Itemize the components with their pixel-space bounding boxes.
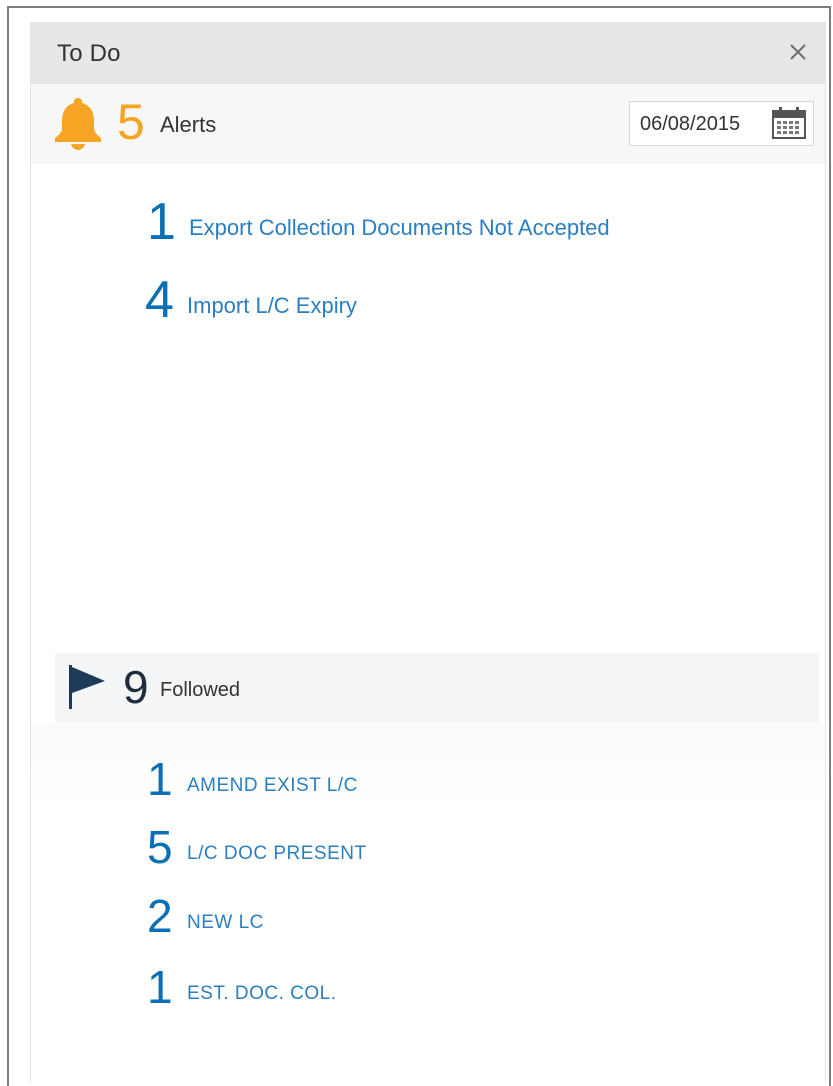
flag-icon xyxy=(69,665,105,709)
alerts-label: Alerts xyxy=(160,112,217,137)
followed-item-count: 2 xyxy=(147,890,173,942)
alert-item-count: 4 xyxy=(145,271,174,329)
followed-total-count: 9 xyxy=(123,661,149,713)
followed-label: Followed xyxy=(160,679,241,701)
panel-title: To Do xyxy=(57,40,121,67)
followed-item-label: L/C DOC PRESENT xyxy=(187,843,367,864)
followed-item-count: 5 xyxy=(147,821,173,873)
followed-item-label: NEW LC xyxy=(187,912,264,933)
panel-header: To Do xyxy=(31,23,825,84)
alert-item-label: Export Collection Documents Not Accepted xyxy=(189,215,610,240)
alert-item-count: 1 xyxy=(147,193,176,251)
date-field[interactable]: 06/08/2015 xyxy=(629,101,814,146)
alerts-header: 5 Alerts 06/08/2015 xyxy=(31,84,825,164)
close-icon[interactable] xyxy=(785,39,811,65)
alerts-total-count: 5 xyxy=(117,94,145,150)
followed-item-count: 1 xyxy=(147,753,173,805)
date-value: 06/08/2015 xyxy=(640,113,741,135)
followed-item-label: AMEND EXIST L/C xyxy=(187,775,358,796)
calendar-icon[interactable] xyxy=(771,106,807,140)
alert-item-label: Import L/C Expiry xyxy=(187,293,357,318)
todo-panel: To Do 5 Alerts 06/08/2015 1 Export Colle… xyxy=(30,22,826,1082)
bell-icon xyxy=(55,98,101,150)
followed-item-label: EST. DOC. COL. xyxy=(187,983,337,1004)
followed-item-count: 1 xyxy=(147,961,173,1013)
followed-header: 9 Followed xyxy=(55,653,819,723)
